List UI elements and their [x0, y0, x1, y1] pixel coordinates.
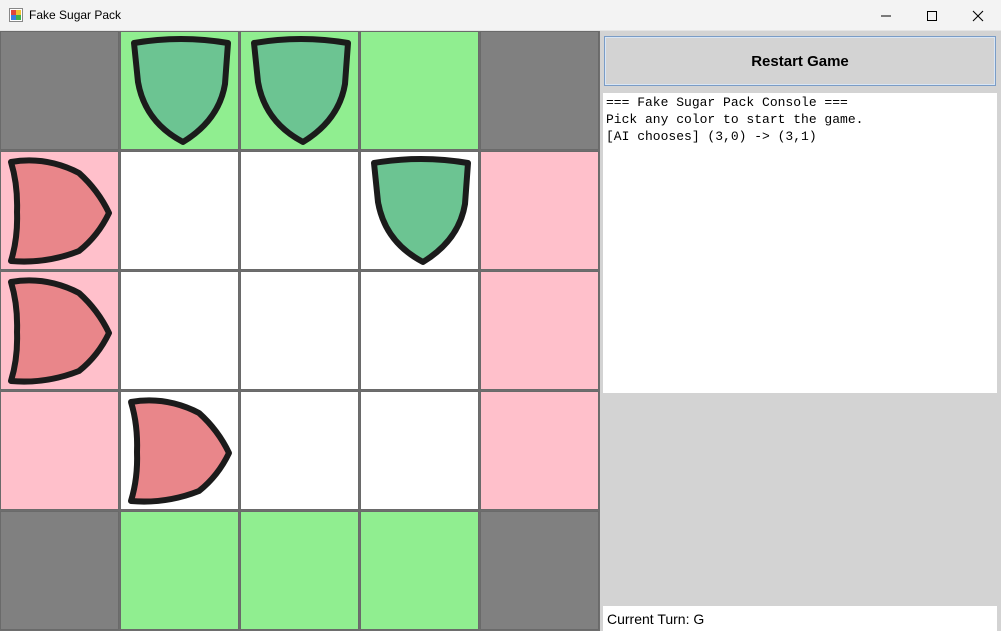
console-line: === Fake Sugar Pack Console === — [606, 95, 848, 110]
board-cell-4-2[interactable] — [240, 511, 359, 630]
green-shield-piece-icon[interactable] — [241, 32, 360, 151]
red-arrow-piece-icon[interactable] — [1, 272, 120, 391]
board-cell-2-4[interactable] — [480, 271, 599, 390]
console-line: Pick any color to start the game. — [606, 112, 864, 127]
board-cell-1-4[interactable] — [480, 151, 599, 270]
board-cell-4-1[interactable] — [120, 511, 239, 630]
maximize-button[interactable] — [909, 0, 955, 31]
console-output: === Fake Sugar Pack Console === Pick any … — [603, 93, 997, 393]
board-cell-0-0[interactable] — [0, 31, 119, 150]
title-bar: Fake Sugar Pack — [0, 0, 1001, 31]
board-cell-2-3[interactable] — [360, 271, 479, 390]
current-turn-label: Current Turn: G — [603, 606, 997, 631]
board-cell-0-1[interactable] — [120, 31, 239, 150]
board-cell-0-2[interactable] — [240, 31, 359, 150]
restart-game-button[interactable]: Restart Game — [604, 36, 996, 86]
maximize-icon — [927, 10, 937, 21]
side-panel: Restart Game === Fake Sugar Pack Console… — [600, 31, 1001, 631]
board-cell-1-2[interactable] — [240, 151, 359, 270]
board-cell-0-4[interactable] — [480, 31, 599, 150]
board-cell-3-3[interactable] — [360, 391, 479, 510]
close-icon — [972, 10, 984, 21]
console-line: [AI chooses] (3,0) -> (3,1) — [606, 129, 817, 144]
board-cell-4-4[interactable] — [480, 511, 599, 630]
board-cell-1-1[interactable] — [120, 151, 239, 270]
board-cell-4-0[interactable] — [0, 511, 119, 630]
minimize-button[interactable] — [863, 0, 909, 31]
minimize-icon — [881, 15, 891, 16]
board-cell-2-1[interactable] — [120, 271, 239, 390]
green-shield-piece-icon[interactable] — [361, 152, 480, 271]
board-cell-2-2[interactable] — [240, 271, 359, 390]
board-cell-3-0[interactable] — [0, 391, 119, 510]
board-cell-3-2[interactable] — [240, 391, 359, 510]
red-arrow-piece-icon[interactable] — [121, 392, 240, 511]
board-cell-4-3[interactable] — [360, 511, 479, 630]
board-cell-1-0[interactable] — [0, 151, 119, 270]
board-cell-3-4[interactable] — [480, 391, 599, 510]
close-button[interactable] — [955, 0, 1001, 31]
board-cell-2-0[interactable] — [0, 271, 119, 390]
red-arrow-piece-icon[interactable] — [1, 152, 120, 271]
board-cell-3-1[interactable] — [120, 391, 239, 510]
board-cell-1-3[interactable] — [360, 151, 479, 270]
board-cell-0-3[interactable] — [360, 31, 479, 150]
app-icon — [9, 8, 23, 22]
window-title: Fake Sugar Pack — [29, 8, 122, 22]
game-board — [0, 31, 600, 631]
green-shield-piece-icon[interactable] — [121, 32, 240, 151]
